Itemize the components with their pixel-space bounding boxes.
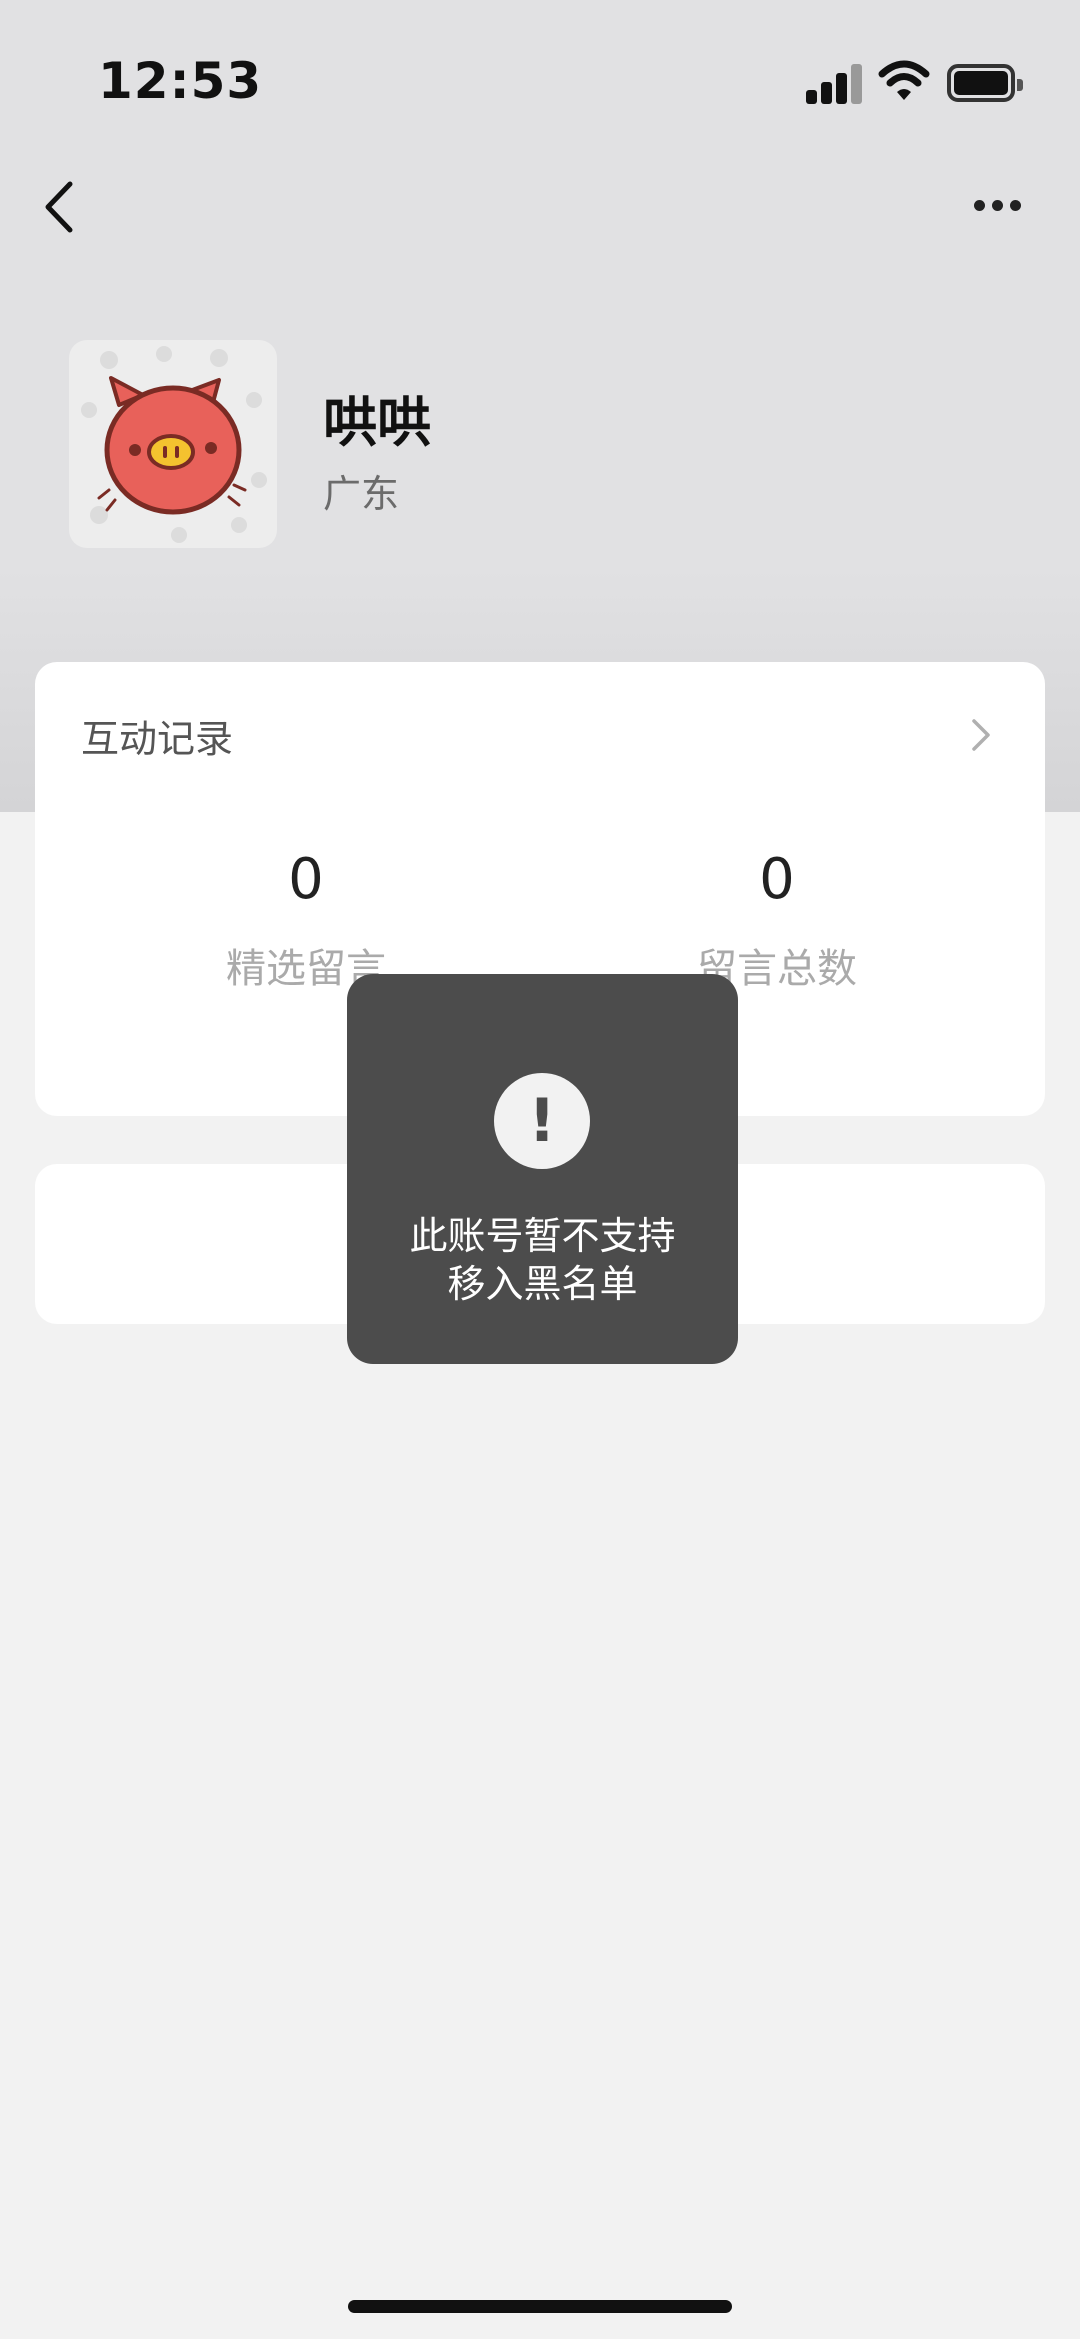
wifi-icon xyxy=(878,60,930,100)
status-time: 12:53 xyxy=(98,52,263,110)
interaction-record-title: 互动记录 xyxy=(81,717,234,761)
profile-name: 哄哄 xyxy=(323,391,431,454)
featured-comments-stat: 0 精选留言 xyxy=(136,847,476,994)
home-indicator[interactable] xyxy=(348,2300,732,2313)
back-button[interactable] xyxy=(38,172,88,242)
pig-sticker-icon xyxy=(81,346,267,543)
avatar[interactable] xyxy=(69,340,277,548)
exclamation-icon: ! xyxy=(494,1073,590,1169)
cellular-signal-icon xyxy=(806,62,862,104)
chevron-right-icon xyxy=(972,719,990,751)
profile-region: 广东 xyxy=(323,472,400,516)
total-comments-count: 0 xyxy=(759,847,795,912)
toast-message-line1: 此账号暂不支持 xyxy=(409,1214,676,1258)
total-comments-stat: 0 留言总数 xyxy=(607,847,947,994)
toast-dialog: ! 此账号暂不支持 移入黑名单 xyxy=(347,974,738,1364)
featured-comments-count: 0 xyxy=(288,847,324,912)
battery-icon xyxy=(947,64,1023,102)
toast-message: 此账号暂不支持 移入黑名单 xyxy=(347,1212,738,1308)
more-options-button[interactable] xyxy=(964,190,1028,226)
toast-message-line2: 移入黑名单 xyxy=(447,1262,638,1306)
